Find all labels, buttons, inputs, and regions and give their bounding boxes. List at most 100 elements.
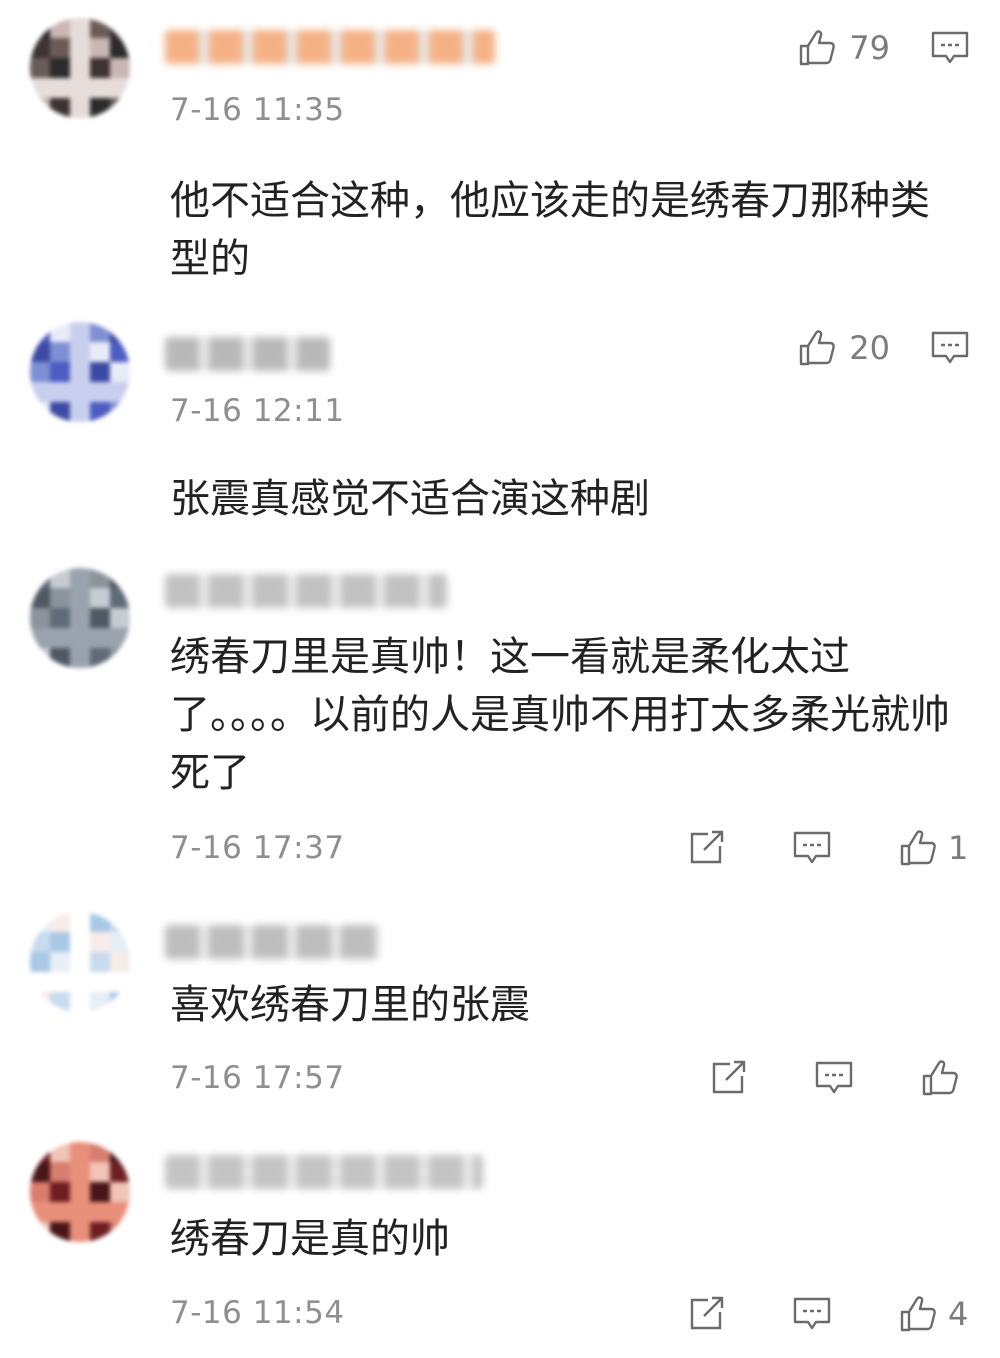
avatar-pixel [50,1202,70,1222]
avatar-pixel [110,322,130,342]
avatar-pixel [30,588,50,608]
avatar-pixel [70,362,90,382]
avatar-pixel [30,98,50,118]
avatar-pixel [30,1142,50,1162]
avatar-pixel [30,568,50,588]
avatar[interactable] [30,912,130,1012]
username-blurred[interactable] [165,925,380,959]
avatar-pixel [50,992,70,1012]
avatar-pixel [50,1142,70,1162]
avatar-pixel [50,1162,70,1182]
avatar-pixel [90,1182,110,1202]
avatar-pixel [30,1162,50,1182]
share-icon[interactable] [706,1056,750,1100]
avatar-pixel [110,402,130,422]
avatar-pixel [50,912,70,932]
like-icon[interactable] [896,1292,940,1336]
avatar-pixel [90,1142,110,1162]
username-blurred[interactable] [165,574,447,608]
avatar-pixel [90,568,110,588]
avatar-pixel [70,912,90,932]
avatar-pixel [30,912,50,932]
share-icon[interactable] [684,826,728,870]
avatar-pixel [50,1182,70,1202]
like-icon[interactable] [896,826,940,870]
avatar-pixel [110,78,130,98]
avatar[interactable] [30,18,130,118]
avatar-pixel [30,382,50,402]
avatar-pixel [30,972,50,992]
avatar-pixel [70,992,90,1012]
avatar-pixel [110,1142,130,1162]
reply-icon[interactable] [812,1056,856,1100]
avatar-pixel [50,382,70,402]
avatar-pixel [50,38,70,58]
reply-icon[interactable] [790,826,834,870]
avatar[interactable] [30,568,130,668]
avatar-pixel [30,1182,50,1202]
avatar-pixel [70,568,90,588]
avatar-pixel [70,648,90,668]
like-icon[interactable] [795,326,839,370]
avatar-pixel [30,38,50,58]
comment-actions: 4 [684,1292,970,1336]
comment-actions: 79 [795,26,972,70]
avatar[interactable] [30,1142,130,1242]
username-blurred[interactable] [165,30,495,64]
like-count: 20 [849,329,890,367]
avatar-pixel [50,628,70,648]
avatar-pixel [30,1202,50,1222]
avatar-pixel [50,402,70,422]
avatar-pixel [70,382,90,402]
avatar-pixel [90,98,110,118]
avatar-pixel [30,322,50,342]
avatar-pixel [90,402,110,422]
avatar-pixel [70,342,90,362]
avatar-pixel [30,932,50,952]
avatar-pixel [50,932,70,952]
avatar-pixel [110,628,130,648]
avatar-pixel [90,362,110,382]
like-count: 4 [948,1295,969,1333]
avatar-pixel [110,588,130,608]
comment-time: 7-16 11:35 [170,92,345,128]
comment-actions [706,1056,962,1100]
avatar-pixel [50,342,70,362]
avatar-pixel [30,18,50,38]
avatar-pixel [110,382,130,402]
avatar[interactable] [30,322,130,422]
avatar-pixel [90,972,110,992]
share-icon[interactable] [684,1292,728,1336]
reply-icon[interactable] [928,326,972,370]
like-icon[interactable] [918,1056,962,1100]
like-count: 79 [849,29,890,67]
avatar-pixel [30,992,50,1012]
username-blurred[interactable] [165,1155,483,1189]
avatar-pixel [30,1222,50,1242]
avatar-pixel [70,628,90,648]
avatar-pixel [30,648,50,668]
comment-actions: 1 [684,826,970,870]
avatar-pixel [90,342,110,362]
avatar-pixel [70,98,90,118]
like-icon[interactable] [795,26,839,70]
avatar-pixel [110,342,130,362]
avatar-pixel [70,18,90,38]
avatar-pixel [50,608,70,628]
avatar-pixel [110,952,130,972]
avatar-pixel [70,952,90,972]
avatar-pixel [70,608,90,628]
avatar-pixel [70,1142,90,1162]
avatar-pixel [70,1182,90,1202]
avatar-pixel [50,362,70,382]
avatar-pixel [90,588,110,608]
reply-icon[interactable] [790,1292,834,1336]
avatar-pixel [70,1202,90,1222]
avatar-pixel [110,1222,130,1242]
username-blurred[interactable] [165,337,330,371]
reply-icon[interactable] [928,26,972,70]
comment-text: 他不适合这种，他应该走的是绣春刀那种类型的 [170,178,930,282]
comment-time: 7-16 11:54 [170,1295,345,1331]
avatar-pixel [30,608,50,628]
comment-text: 喜欢绣春刀里的张震 [170,982,530,1028]
